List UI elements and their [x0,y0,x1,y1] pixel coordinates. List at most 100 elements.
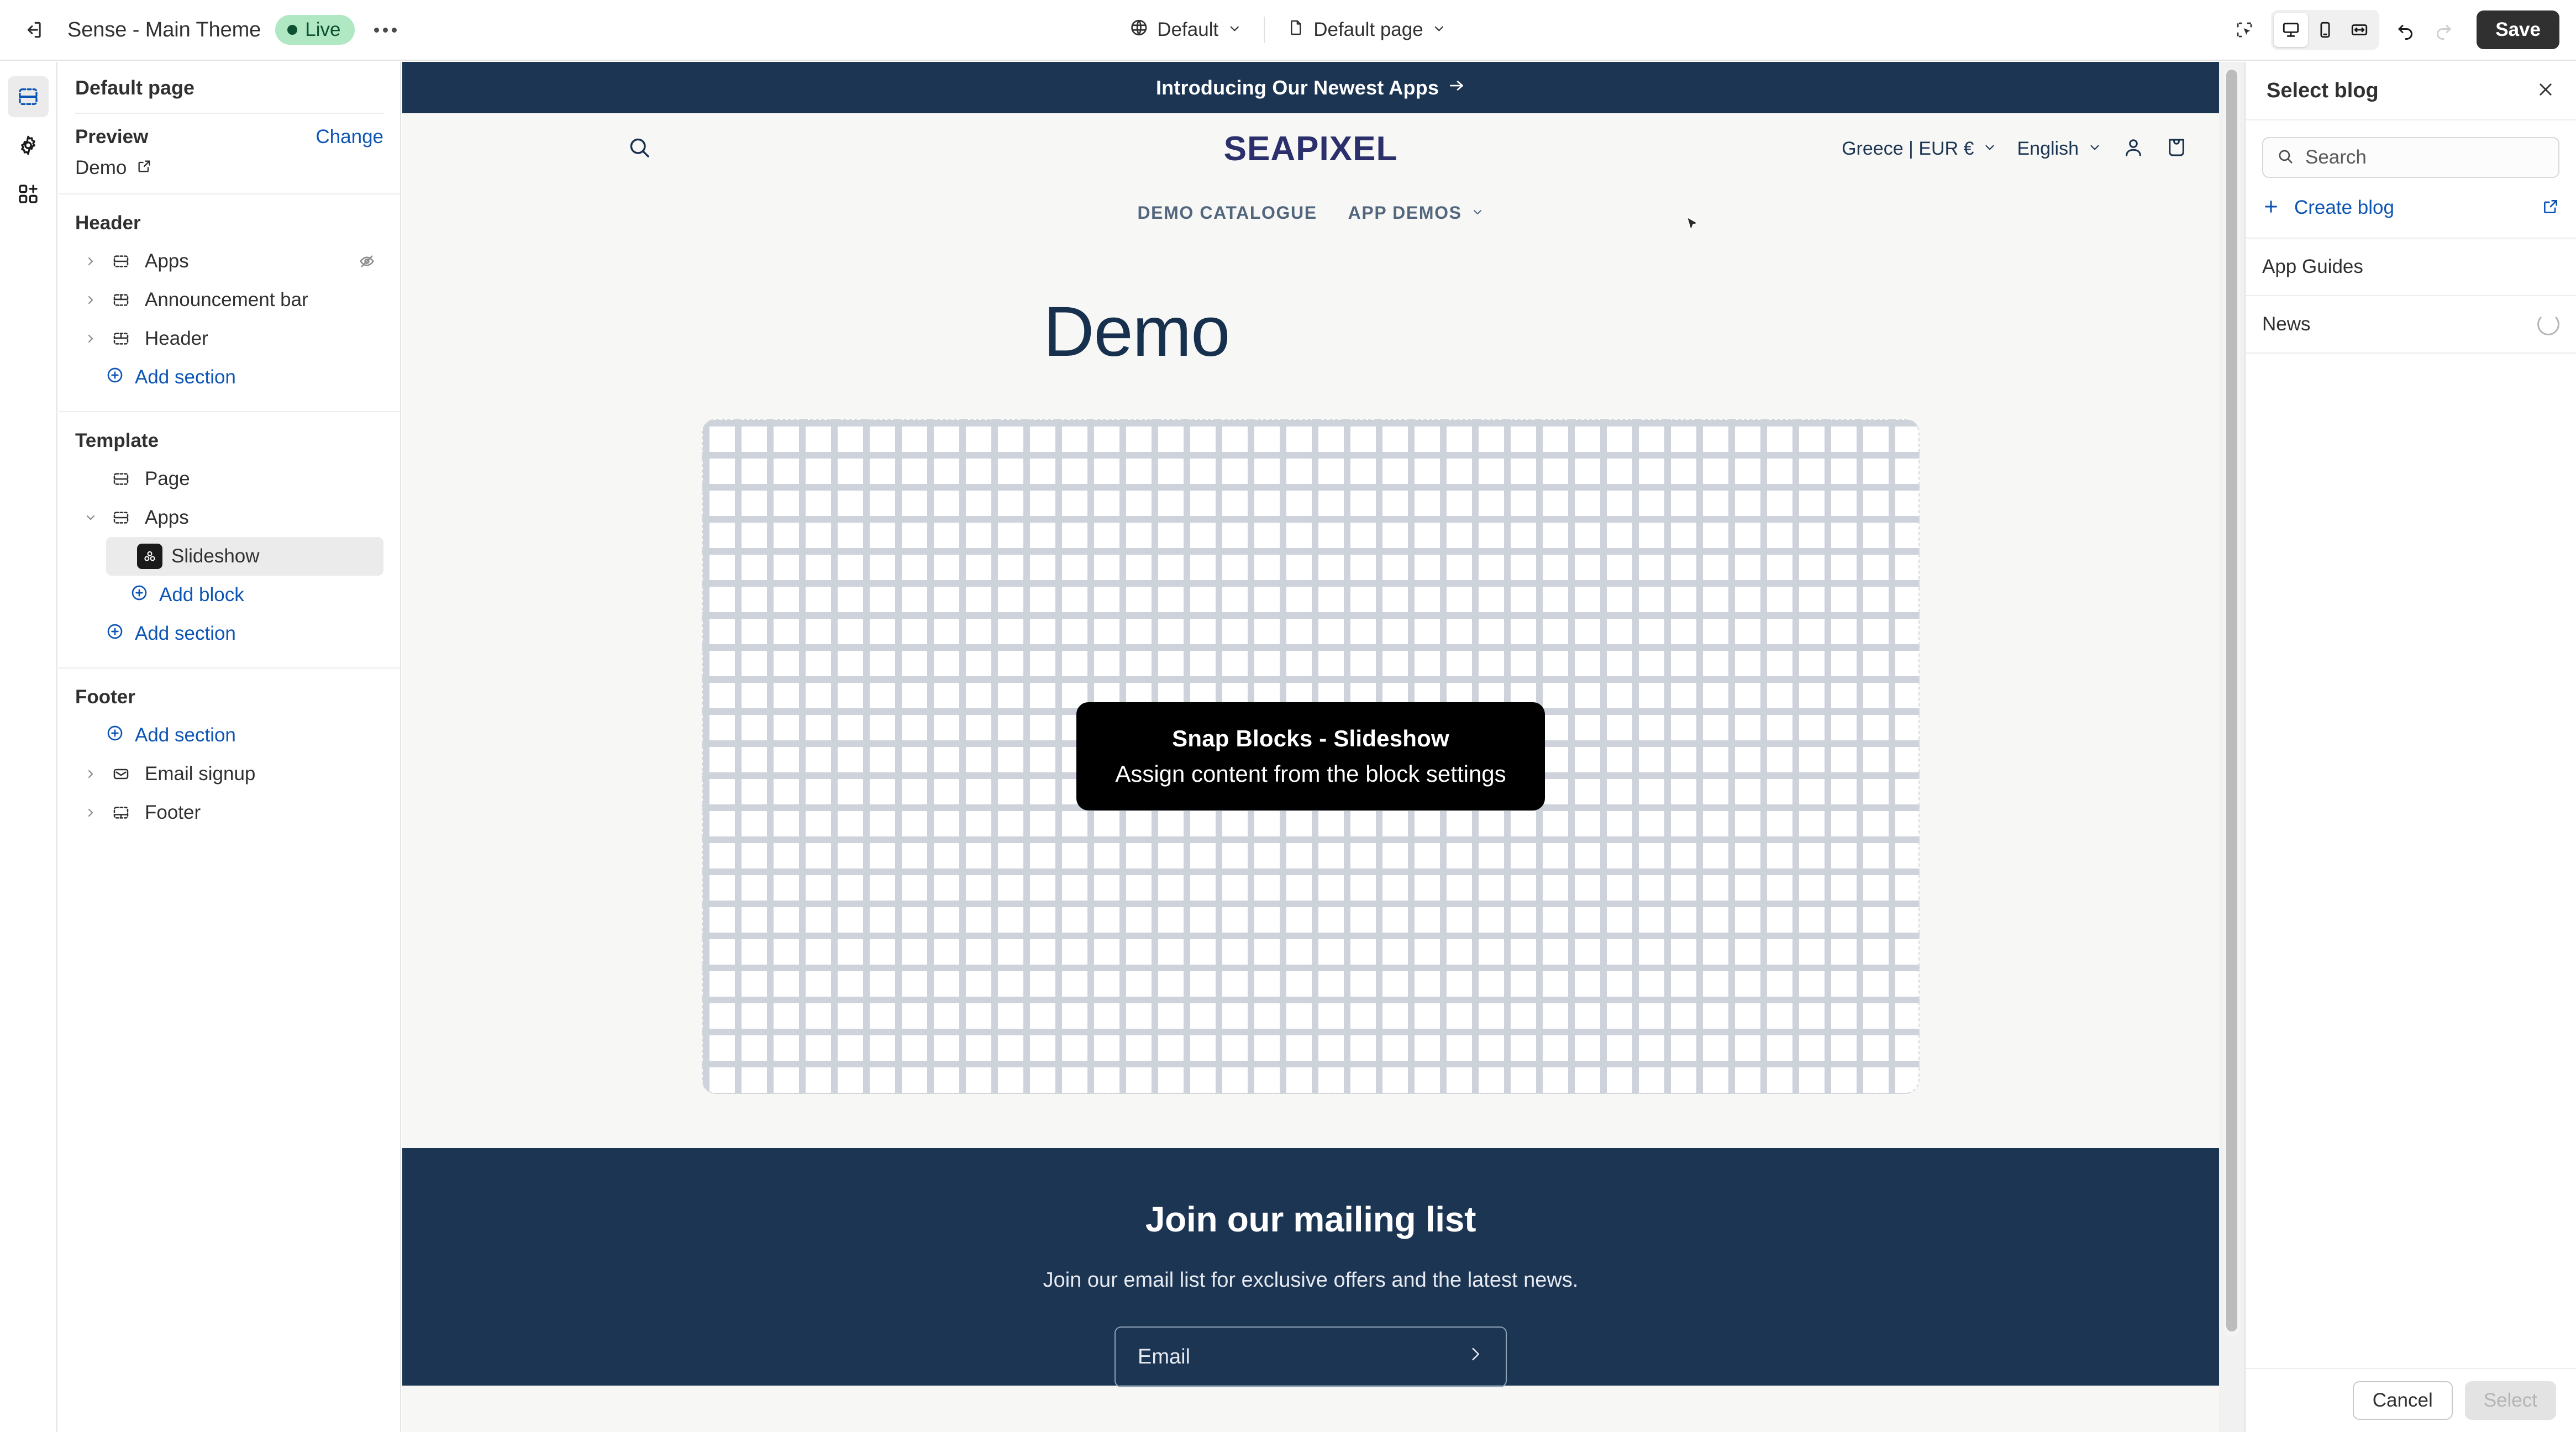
sidebar-item-template-apps[interactable]: Apps [75,498,383,537]
plus-circle-icon [106,623,124,645]
chevron-right-icon[interactable] [75,293,106,307]
status-badge-label: Live [305,19,341,40]
preview-row: Preview Change [75,126,383,148]
add-section-footer-button[interactable]: Add section [75,716,383,755]
language-selector[interactable]: English [2017,138,2102,160]
plus-icon [2262,198,2280,218]
group-title-template: Template [75,430,159,451]
sections-sidebar: Default page Preview Change Demo Header [59,62,401,1432]
chevron-down-icon [2088,138,2102,160]
plus-circle-icon [106,366,124,389]
slideshow-placeholder-wrap: Snap Blocks - Slideshow Assign content f… [402,372,2219,1094]
gear-icon[interactable] [8,125,49,166]
sections-icon[interactable] [8,76,49,117]
nav-item-label: DEMO CATALOGUE [1137,202,1317,223]
store-logo[interactable]: SEAPIXEL [1224,129,1398,169]
chevron-down-icon[interactable] [75,511,106,524]
app-embeds-icon[interactable] [8,173,49,214]
nav-item-app-demos[interactable]: APP DEMOS [1348,203,1484,223]
save-button[interactable]: Save [2477,10,2559,49]
close-icon[interactable] [2536,80,2555,102]
panel-footer: Cancel Select [2246,1368,2576,1432]
app-block-icon [137,544,162,569]
page-selector-label: Default page [1313,19,1423,40]
more-horizontal-icon[interactable] [367,12,403,48]
group-title-header: Header [75,212,141,234]
eye-off-icon[interactable] [358,252,376,270]
search-icon[interactable] [627,135,652,163]
nav-item-label: APP DEMOS [1348,202,1462,223]
store-nav: DEMO CATALOGUE APP DEMOS [402,184,2219,241]
change-preview-button[interactable]: Change [316,126,383,148]
page-selector[interactable]: Default page [1277,12,1456,48]
section-footer-icon [106,804,136,822]
external-link-icon[interactable] [2542,198,2559,218]
plus-circle-icon [130,584,148,607]
mailing-list-section: Join our mailing list Join our email lis… [402,1148,2219,1387]
divider [75,113,383,114]
search-input[interactable] [2305,146,2545,169]
list-item-label: News [2262,313,2311,335]
exit-icon[interactable] [15,12,52,48]
sidebar-item-email-signup[interactable]: Email signup [75,755,383,793]
create-blog-label: Create blog [2294,197,2394,218]
select-button: Select [2464,1381,2556,1420]
list-item[interactable]: App Guides [2246,239,2576,296]
panel-header: Select blog [2246,62,2576,120]
chevron-right-icon[interactable] [75,806,106,819]
select-blog-panel: Select blog Create blog App Guides News [2244,62,2576,1432]
sidebar-item-footer[interactable]: Footer [75,793,383,832]
list-item[interactable]: News [2246,296,2576,354]
announcement-text: Introducing Our Newest Apps [1155,76,1439,99]
arrow-right-icon[interactable] [1466,1345,1485,1369]
mail-icon [106,765,136,783]
toolbar-center-group: Default Default page [1119,12,1456,48]
sidebar-item-label: Slideshow [171,545,260,567]
add-section-header-button[interactable]: Add section [75,358,383,397]
country-currency-selector[interactable]: Greece | EUR € [1842,138,1997,160]
nav-item-demo-catalogue[interactable]: DEMO CATALOGUE [1137,203,1317,223]
device-toggle-group [2271,10,2380,50]
sidebar-group-footer: Footer Add section Email signup Footer [59,668,400,846]
slideshow-placeholder[interactable]: Snap Blocks - Slideshow Assign content f… [702,419,1920,1094]
section-apps-icon [106,252,136,270]
sidebar-item-label: Announcement bar [145,289,308,310]
announcement-bar[interactable]: Introducing Our Newest Apps [402,62,2219,113]
mobile-icon[interactable] [2308,13,2342,47]
sidebar-item-label: Apps [145,507,189,528]
chevron-right-icon[interactable] [75,332,106,345]
sidebar-item-slideshow[interactable]: Slideshow [106,537,383,576]
email-field[interactable]: Email [1114,1326,1507,1387]
locale-selector[interactable]: Default [1119,12,1252,48]
create-blog-button[interactable]: Create blog [2246,178,2576,239]
preview-value[interactable]: Demo [75,157,383,179]
search-field[interactable] [2262,137,2559,178]
store-header: SEAPIXEL Greece | EUR € English DEMO CAT… [402,113,2219,241]
storefront-page-heading: Demo [1043,292,1230,371]
store-header-top: SEAPIXEL Greece | EUR € English [402,113,2219,184]
user-icon[interactable] [2122,136,2145,162]
cancel-button[interactable]: Cancel [2352,1381,2453,1420]
sidebar-item-page[interactable]: Page [75,460,383,498]
sidebar-item-header[interactable]: Header [75,319,383,358]
sidebar-item-label: Header [145,328,208,349]
language-label: English [2017,138,2079,159]
desktop-icon[interactable] [2274,13,2309,47]
left-icon-rail [0,62,57,1432]
chevron-right-icon[interactable] [75,767,106,781]
add-section-template-button[interactable]: Add section [75,614,383,653]
add-block-button[interactable]: Add block [75,576,383,614]
external-link-icon [136,157,152,179]
undo-icon[interactable] [2387,11,2425,49]
shopping-bag-icon[interactable] [2165,136,2188,162]
section-apps-icon [106,509,136,527]
sidebar-item-header-apps[interactable]: Apps [75,242,383,281]
sidebar-group-header: Header Apps Announcement bar Header Add … [59,194,400,412]
sidebar-item-announcement-bar[interactable]: Announcement bar [75,281,383,319]
vertical-scrollbar[interactable] [2223,67,2240,1336]
select-region-icon[interactable] [2226,11,2263,49]
chevron-right-icon[interactable] [75,255,106,268]
section-apps-icon [106,470,136,488]
add-section-label: Add section [135,623,236,644]
fullwidth-icon[interactable] [2342,13,2377,47]
